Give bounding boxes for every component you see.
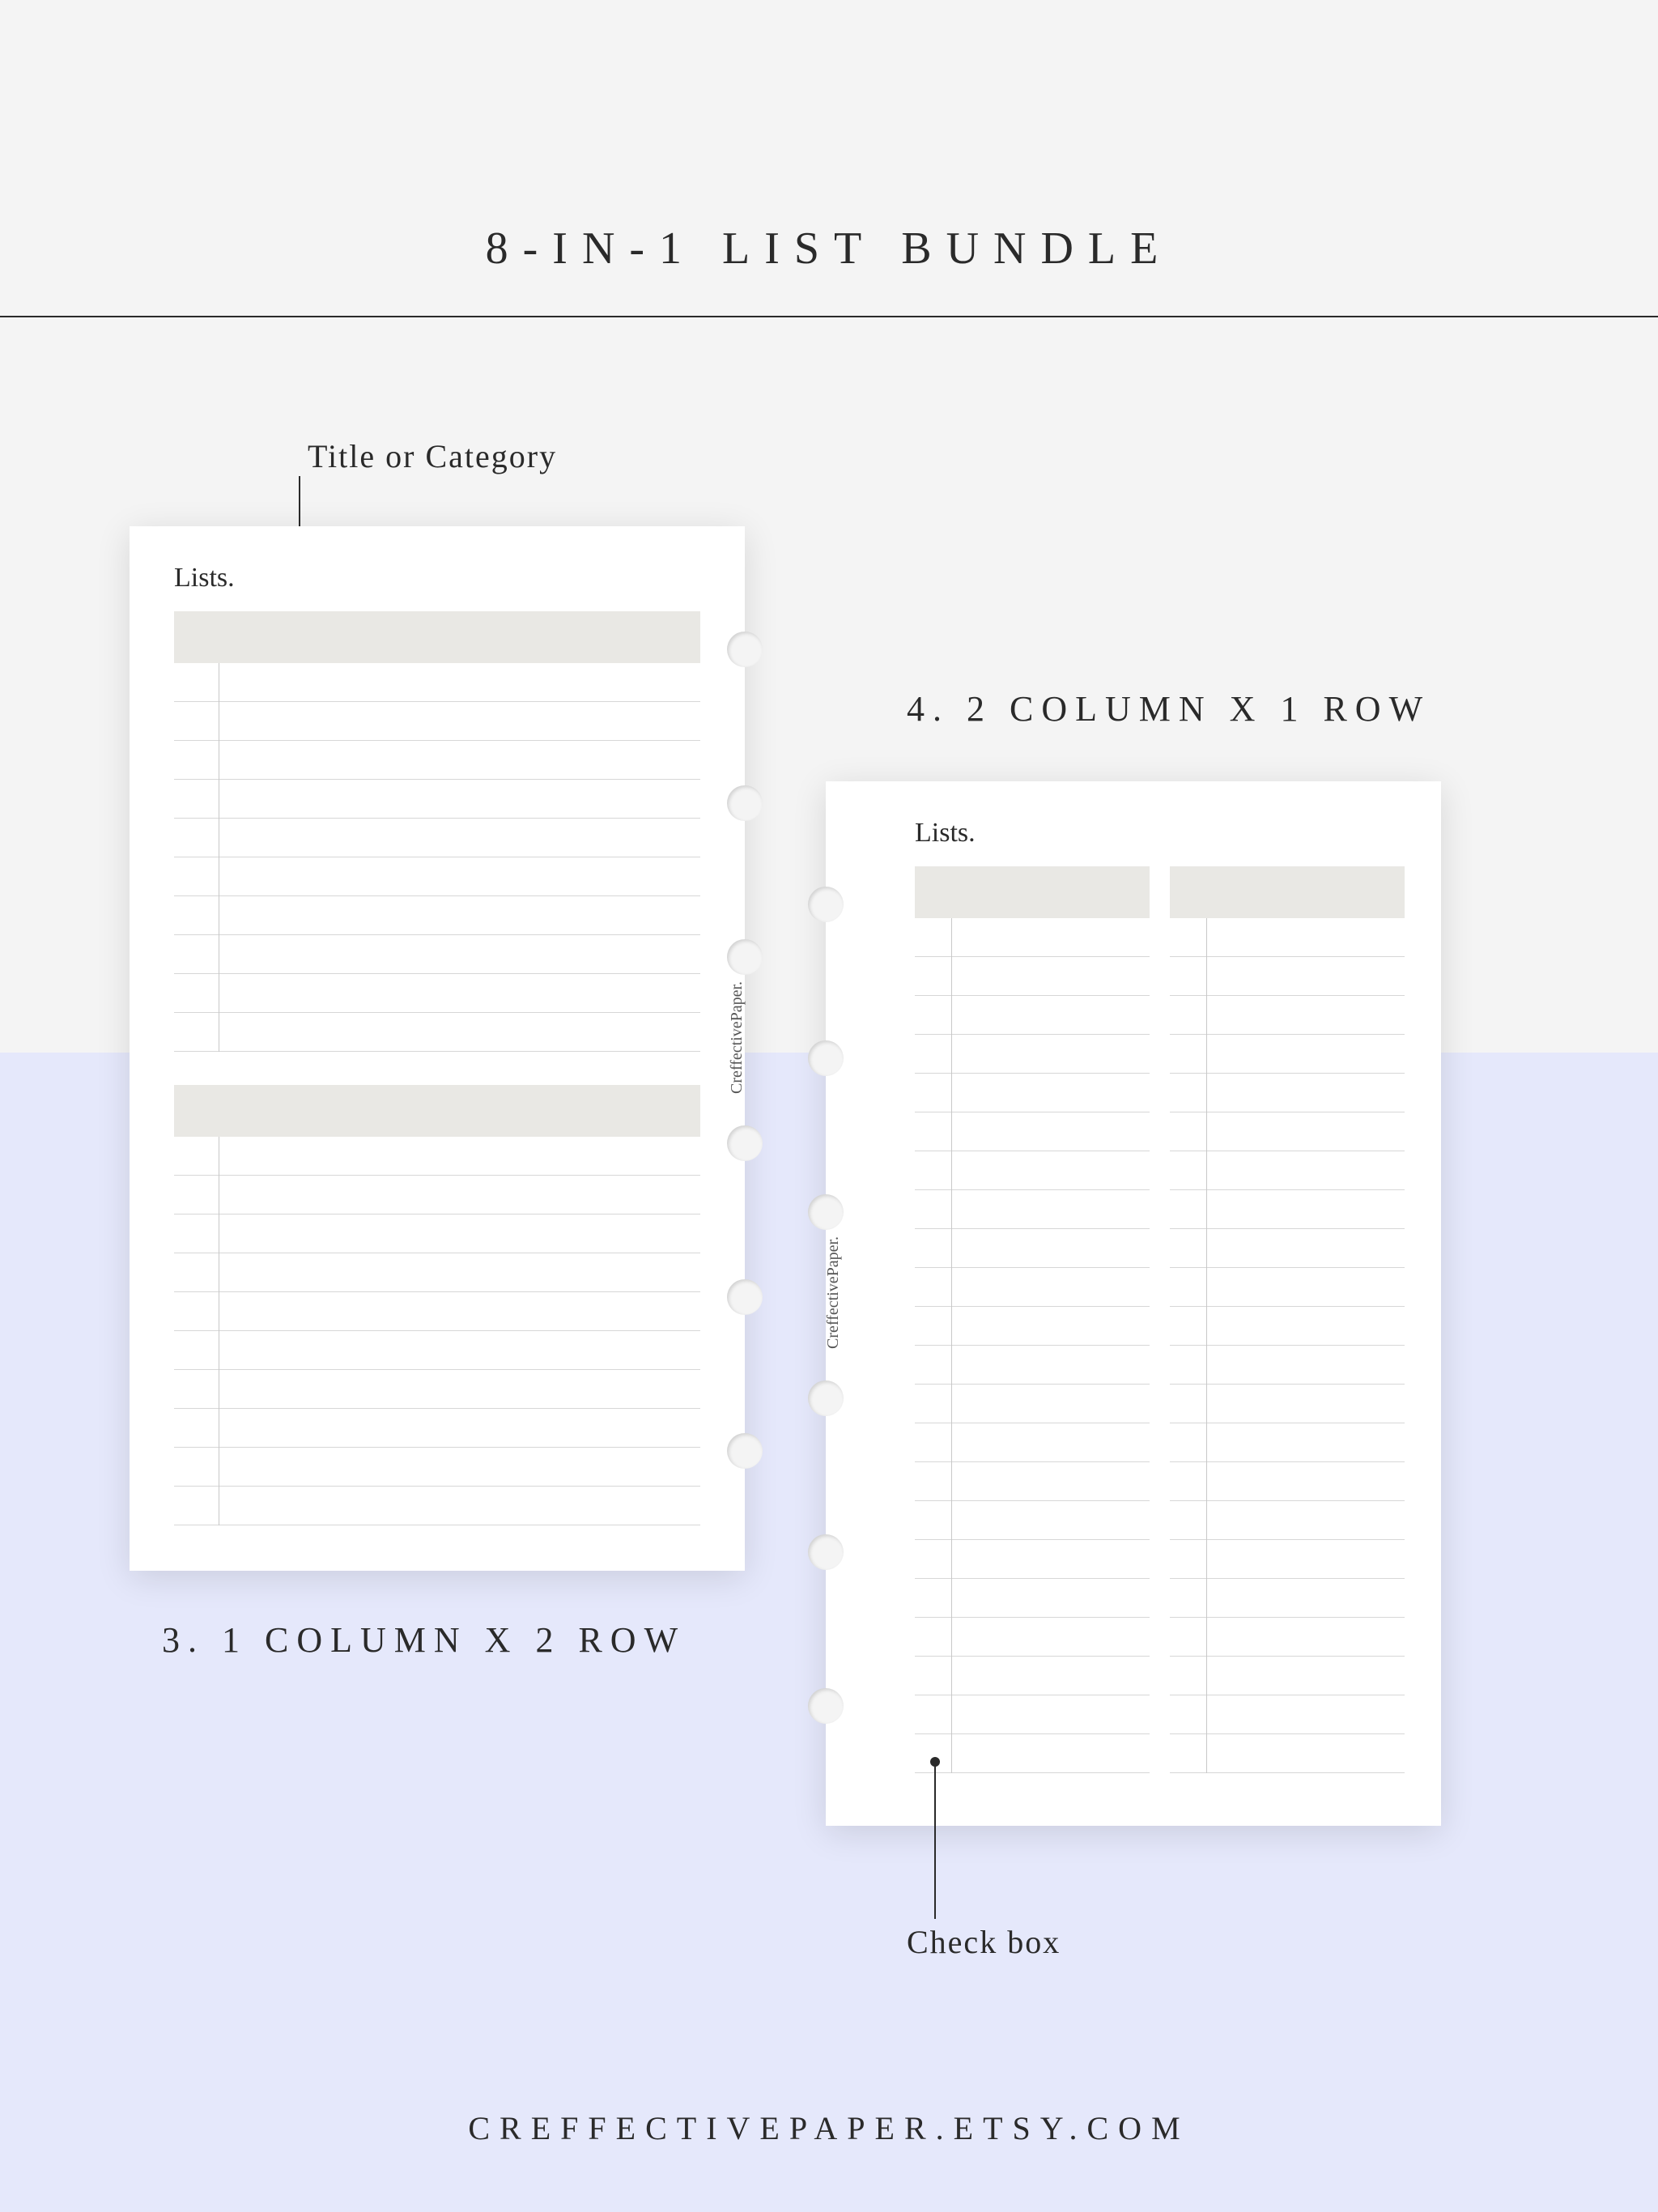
ruled-lines — [174, 1137, 700, 1525]
brand-watermark: CreffectivePaper. — [824, 1236, 843, 1349]
annotation-title: Title or Category — [308, 437, 557, 475]
binder-hole — [727, 632, 763, 667]
title-bar — [174, 1085, 700, 1137]
title-bar — [174, 611, 700, 663]
ruled-lines — [1170, 918, 1405, 1773]
binder-hole — [727, 1125, 763, 1161]
binder-hole — [727, 1433, 763, 1469]
annotation-checkbox: Check box — [907, 1923, 1061, 1961]
binder-hole — [727, 785, 763, 821]
binder-hole — [808, 1688, 844, 1724]
planner-card-left: Lists. CreffectivePaper. — [130, 526, 745, 1571]
caption-left: 3. 1 COLUMN X 2 ROW — [162, 1619, 686, 1661]
title-bar — [1170, 866, 1405, 918]
binder-hole — [808, 1534, 844, 1570]
planner-card-right: Lists. CreffectivePaper. — [826, 781, 1441, 1826]
card-heading: Lists. — [915, 818, 976, 849]
binder-hole — [808, 887, 844, 922]
page-title: 8-IN-1 LIST BUNDLE — [0, 223, 1658, 274]
title-rule — [0, 316, 1658, 317]
card-heading: Lists. — [174, 563, 235, 593]
ruled-lines — [915, 918, 1150, 1773]
brand-watermark: CreffectivePaper. — [728, 981, 746, 1094]
title-bar — [915, 866, 1150, 918]
binder-hole — [808, 1194, 844, 1230]
caption-right: 4. 2 COLUMN X 1 ROW — [907, 688, 1431, 730]
footer-url: CREFFECTIVEPAPER.ETSY.COM — [0, 2109, 1658, 2147]
binder-hole — [808, 1040, 844, 1076]
binder-hole — [808, 1380, 844, 1416]
binder-hole — [727, 939, 763, 975]
binder-hole — [727, 1279, 763, 1315]
ruled-lines — [174, 663, 700, 1052]
